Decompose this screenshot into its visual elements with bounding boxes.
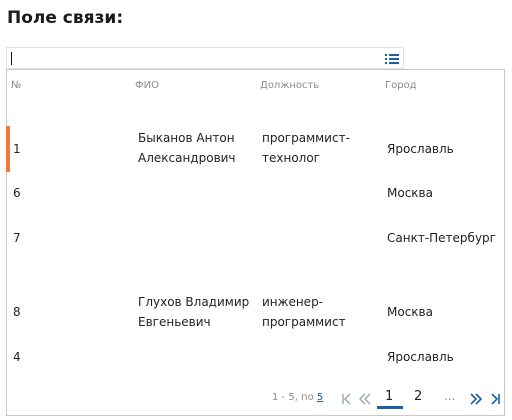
cell-fio: Глухов Владимир Евгеньевич — [138, 295, 250, 329]
cell-city: Москва — [387, 305, 433, 319]
cell-num: 7 — [13, 231, 21, 245]
cell-fio: Быканов Антон Александрович — [138, 131, 236, 165]
text-caret — [11, 52, 12, 65]
cell-city: Ярославль — [387, 350, 454, 364]
cell-num: 4 — [13, 350, 21, 364]
list-icon[interactable] — [384, 51, 400, 65]
link-field-input[interactable] — [6, 47, 404, 69]
active-page-indicator — [377, 406, 403, 409]
pager-summary: 1 - 5, по 5 — [272, 392, 323, 403]
dropdown-table-panel: № ФИО Должность Город 1 Быканов Антон Ал… — [6, 69, 505, 416]
column-header-fio[interactable]: ФИО — [135, 80, 159, 91]
page-title: Поле связи: — [7, 8, 124, 28]
cell-city: Санкт-Петербург — [387, 231, 496, 245]
page-button-active[interactable]: 1 — [385, 389, 393, 404]
cell-position: программист- технолог — [262, 131, 350, 165]
page-size-link[interactable]: 5 — [317, 392, 323, 403]
column-header-city[interactable]: Город — [385, 80, 417, 91]
pager-summary-prefix: 1 - 5, по — [272, 392, 314, 403]
next-page-icon[interactable] — [470, 390, 483, 409]
column-header-position[interactable]: Должность — [260, 80, 319, 91]
row-active-marker — [6, 126, 10, 172]
cell-position: инженер- программист — [262, 295, 346, 329]
last-page-icon[interactable] — [489, 390, 501, 409]
page-button[interactable]: 2 — [414, 389, 422, 404]
cell-city: Ярославль — [387, 142, 454, 156]
column-header-num[interactable]: № — [11, 80, 21, 91]
cell-city: Москва — [387, 186, 433, 200]
first-page-icon[interactable] — [341, 390, 353, 409]
cell-num: 8 — [13, 305, 21, 319]
cell-num: 6 — [13, 186, 21, 200]
cell-num: 1 — [13, 142, 21, 156]
prev-page-icon[interactable] — [359, 390, 371, 409]
pager-ellipsis: ... — [444, 389, 456, 403]
